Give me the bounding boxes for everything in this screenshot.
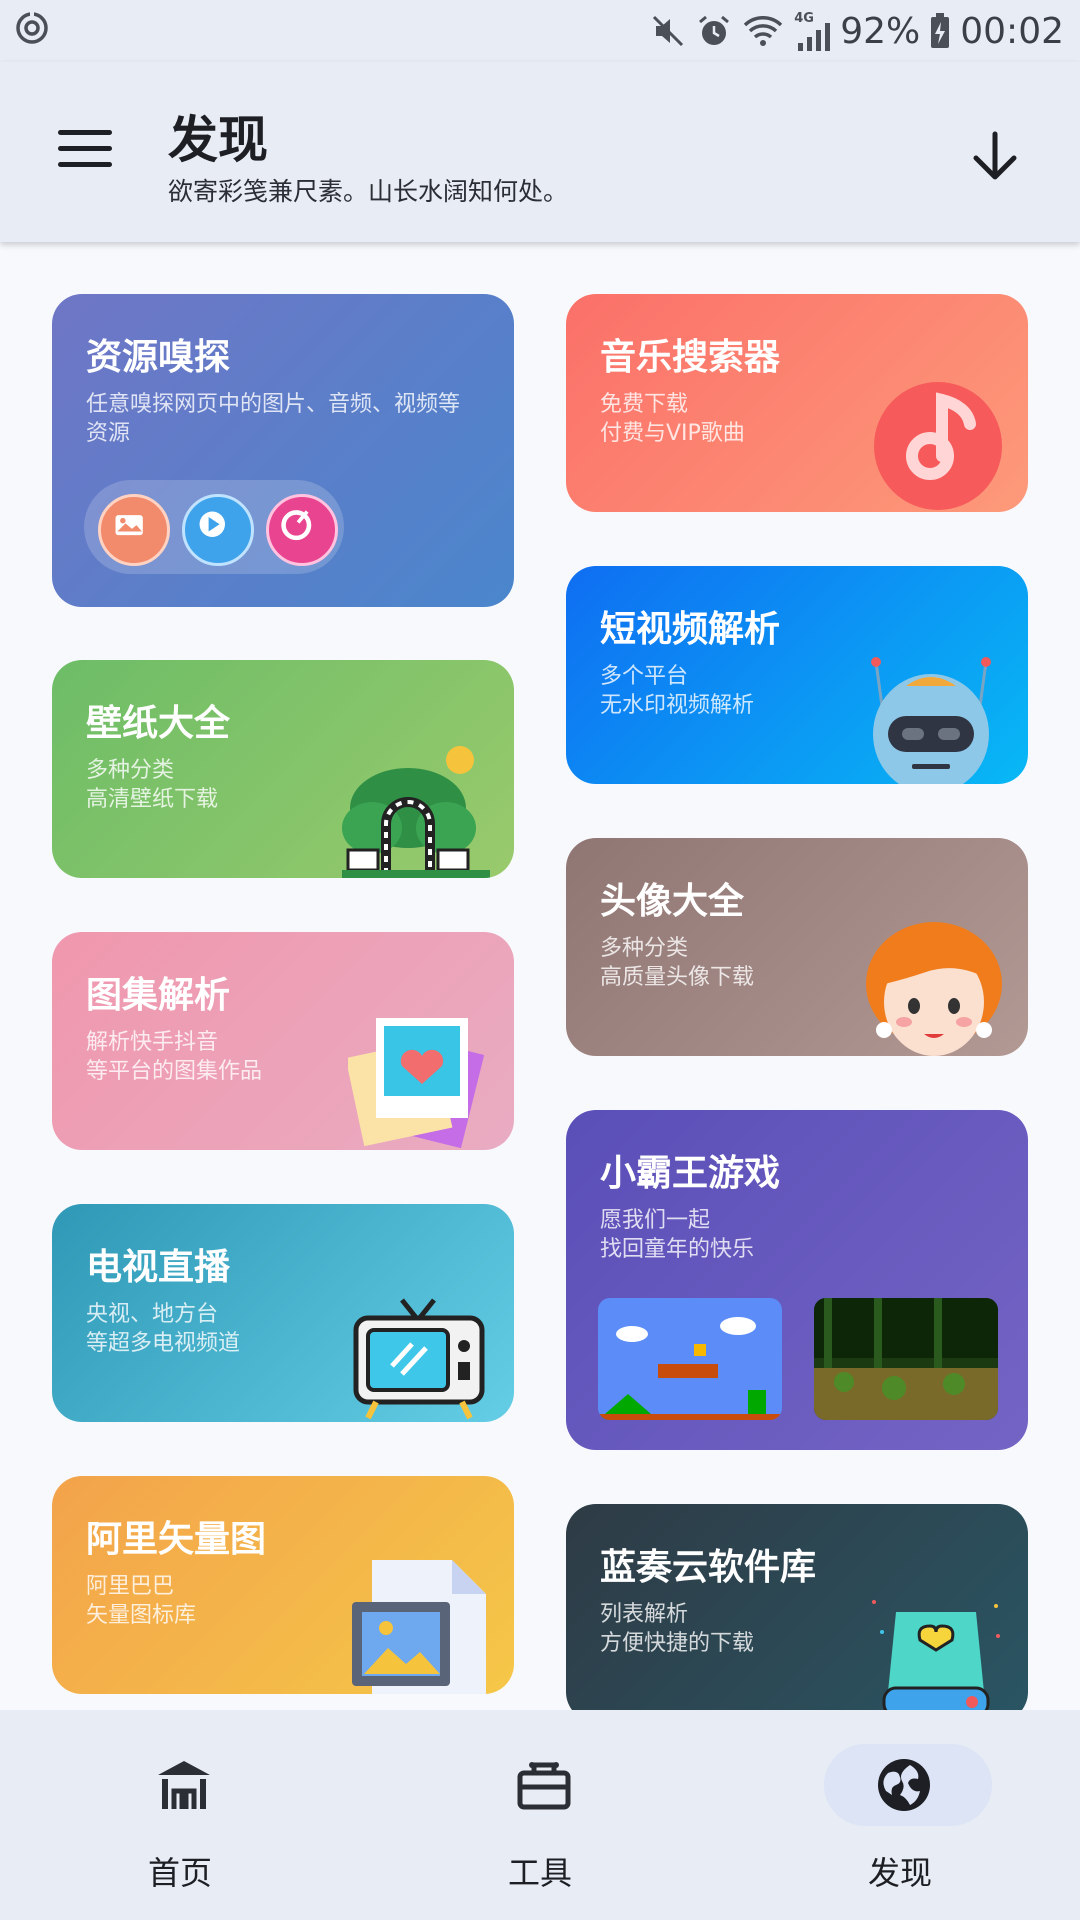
toolbox-icon bbox=[517, 1762, 571, 1810]
cloud-box-icon bbox=[872, 1600, 1000, 1710]
card-title: 壁纸大全 bbox=[86, 703, 231, 744]
card-avatar[interactable]: 头像大全 多种分类 高质量头像下载 bbox=[566, 838, 1028, 1056]
battery-percent: 92% bbox=[840, 10, 921, 52]
card-tv-live[interactable]: 电视直播 央视、地方台 等超多电视频道 bbox=[52, 1204, 514, 1422]
robot-icon bbox=[871, 657, 991, 784]
game-screenshot-mario[interactable] bbox=[598, 1298, 782, 1420]
nav-tools[interactable]: 工具 bbox=[360, 1710, 720, 1920]
page-subtitle: 欲寄彩笺兼尺素。山长水阔知何处。 bbox=[168, 177, 569, 206]
status-bar: 4G 92% 00:02 bbox=[0, 0, 1080, 62]
photo-stack-icon bbox=[348, 1018, 485, 1149]
card-ali-icons[interactable]: 阿里矢量图 阿里巴巴 矢量图标库 bbox=[52, 1476, 514, 1694]
card-title: 阿里矢量图 bbox=[86, 1519, 267, 1560]
clock: 00:02 bbox=[960, 10, 1064, 52]
wifi-icon bbox=[744, 16, 783, 46]
arrow-down-icon[interactable] bbox=[962, 124, 1028, 190]
sync-icon bbox=[16, 12, 48, 44]
home-icon bbox=[158, 1761, 210, 1809]
card-title: 头像大全 bbox=[600, 881, 745, 922]
card-resource-sniffer[interactable]: 资源嗅探 任意嗅探网页中的图片、音频、视频等 资源 bbox=[52, 294, 514, 607]
nav-home[interactable]: 首页 bbox=[0, 1710, 360, 1920]
image-file-icon bbox=[352, 1560, 486, 1694]
signal-icon: 4G bbox=[794, 11, 831, 51]
music-type-icon[interactable] bbox=[266, 494, 338, 566]
card-title: 资源嗅探 bbox=[86, 337, 231, 378]
card-title: 电视直播 bbox=[86, 1247, 231, 1288]
card-title: 蓝奏云软件库 bbox=[600, 1547, 817, 1588]
media-type-buttons bbox=[84, 480, 344, 574]
menu-icon[interactable] bbox=[58, 130, 112, 174]
page-title: 发现 bbox=[168, 111, 268, 169]
game-screenshot-contra[interactable] bbox=[814, 1298, 998, 1420]
woman-avatar-icon bbox=[866, 922, 1002, 1056]
card-music-search[interactable]: 音乐搜索器 免费下载 付费与VIP歌曲 bbox=[566, 294, 1028, 512]
card-gallery[interactable]: 图集解析 解析快手抖音 等平台的图集作品 bbox=[52, 932, 514, 1150]
card-title: 小霸王游戏 bbox=[600, 1153, 781, 1194]
card-title: 短视频解析 bbox=[600, 609, 781, 650]
music-note-icon bbox=[874, 382, 1002, 510]
card-nes-games[interactable]: 小霸王游戏 愿我们一起 找回童年的快乐 bbox=[566, 1110, 1028, 1450]
battery-charging-icon bbox=[931, 13, 950, 48]
card-description: 任意嗅探网页中的图片、音频、视频等 资源 bbox=[86, 392, 461, 446]
card-title: 图集解析 bbox=[86, 975, 231, 1016]
alarm-icon bbox=[699, 15, 730, 45]
card-lanzou[interactable]: 蓝奏云软件库 列表解析 方便快捷的下载 bbox=[566, 1504, 1028, 1710]
video-type-icon[interactable] bbox=[182, 494, 254, 566]
garden-arch-icon bbox=[342, 746, 490, 878]
nav-label-discover: 发现 bbox=[867, 1854, 932, 1892]
nav-label-home: 首页 bbox=[147, 1854, 212, 1892]
nav-label-tools: 工具 bbox=[507, 1854, 572, 1892]
tv-icon bbox=[353, 1298, 485, 1420]
mute-icon bbox=[653, 15, 684, 47]
discover-grid: 资源嗅探 任意嗅探网页中的图片、音频、视频等 资源 音乐搜索器 免费下载 付费与… bbox=[0, 242, 1080, 1710]
bottom-navigation: 首页 工具 发现 bbox=[0, 1710, 1080, 1920]
app-bar: 发现 欲寄彩笺兼尺素。山长水阔知何处。 bbox=[0, 62, 1080, 242]
card-title: 音乐搜索器 bbox=[600, 337, 781, 378]
card-short-video[interactable]: 短视频解析 多个平台 无水印视频解析 bbox=[566, 566, 1028, 784]
nav-discover[interactable]: 发现 bbox=[720, 1710, 1080, 1920]
card-description: 愿我们一起 找回童年的快乐 bbox=[600, 1208, 755, 1262]
card-wallpaper[interactable]: 壁纸大全 多种分类 高清壁纸下载 bbox=[52, 660, 514, 878]
image-type-icon[interactable] bbox=[98, 494, 170, 566]
globe-icon bbox=[878, 1759, 930, 1811]
